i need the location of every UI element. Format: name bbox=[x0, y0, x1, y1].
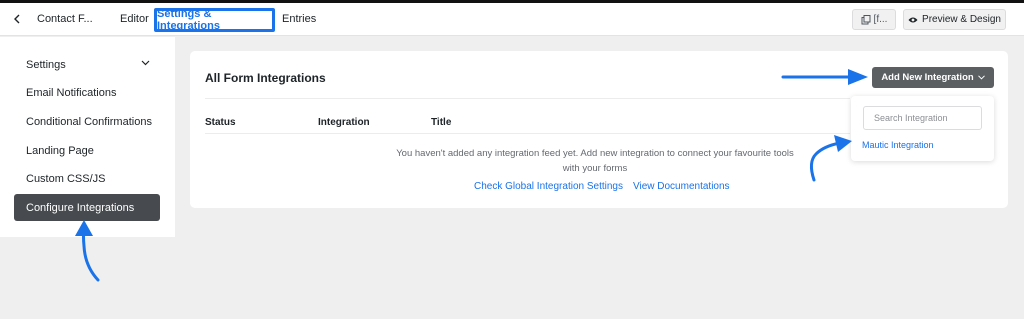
sidebar-item-landing-page[interactable]: Landing Page bbox=[14, 137, 160, 164]
annotation-arrow-icon bbox=[809, 135, 852, 182]
sidebar-item-custom-css-js[interactable]: Custom CSS/JS bbox=[14, 165, 160, 192]
eye-icon bbox=[908, 17, 918, 22]
settings-sidebar: Settings Email Notifications Conditional… bbox=[0, 37, 175, 237]
annotation-arrow-icon bbox=[75, 220, 100, 282]
preview-design-label: Preview & Design bbox=[922, 14, 1001, 25]
column-header-integration: Integration bbox=[318, 117, 370, 128]
sidebar-item-conditional-confirmations[interactable]: Conditional Confirmations bbox=[14, 108, 160, 135]
sidebar-item-configure-integrations[interactable]: Configure Integrations bbox=[14, 194, 160, 221]
view-documentation-link[interactable]: View Documentations bbox=[633, 181, 730, 192]
divider bbox=[205, 98, 850, 99]
column-header-status: Status bbox=[205, 117, 236, 128]
form-name[interactable]: Contact F... bbox=[37, 13, 93, 25]
tab-editor[interactable]: Editor bbox=[120, 13, 149, 25]
page-title: All Form Integrations bbox=[205, 71, 326, 85]
annotation-arrow-icon bbox=[781, 69, 868, 85]
add-new-integration-button[interactable]: Add New Integration bbox=[872, 67, 994, 88]
sidebar-item-label: Email Notifications bbox=[26, 86, 117, 99]
search-integration-input[interactable] bbox=[863, 106, 982, 130]
divider bbox=[205, 133, 850, 134]
integration-dropdown: Mautic Integration bbox=[851, 96, 994, 161]
shortcode-button[interactable]: [f... bbox=[852, 9, 896, 30]
sidebar-item-label: Settings bbox=[26, 58, 66, 71]
sidebar-item-label: Conditional Confirmations bbox=[26, 115, 152, 128]
column-header-title: Title bbox=[431, 117, 452, 128]
chevron-down-icon bbox=[141, 60, 150, 66]
add-new-integration-label: Add New Integration bbox=[881, 72, 974, 83]
dropdown-option-mautic[interactable]: Mautic Integration bbox=[862, 140, 934, 150]
empty-state-message: You haven't added any integration feed y… bbox=[396, 148, 794, 174]
sidebar-item-label: Configure Integrations bbox=[26, 201, 135, 214]
sidebar-item-settings[interactable]: Settings bbox=[14, 51, 160, 78]
sidebar-item-label: Landing Page bbox=[26, 144, 94, 157]
check-global-settings-link[interactable]: Check Global Integration Settings bbox=[474, 181, 623, 192]
copy-icon bbox=[861, 14, 871, 24]
tab-settings-integrations[interactable]: Settings & Integrations bbox=[154, 8, 275, 32]
sidebar-item-label: Custom CSS/JS bbox=[26, 172, 106, 185]
preview-design-button[interactable]: Preview & Design bbox=[903, 9, 1006, 30]
top-bar: Contact F... Editor Settings & Integrati… bbox=[0, 3, 1024, 36]
sidebar-item-email-notifications[interactable]: Email Notifications bbox=[14, 79, 160, 106]
shortcode-label: [f... bbox=[873, 14, 888, 25]
chevron-left-icon[interactable] bbox=[9, 9, 25, 29]
tab-entries[interactable]: Entries bbox=[282, 13, 316, 25]
chevron-down-icon bbox=[977, 75, 985, 80]
